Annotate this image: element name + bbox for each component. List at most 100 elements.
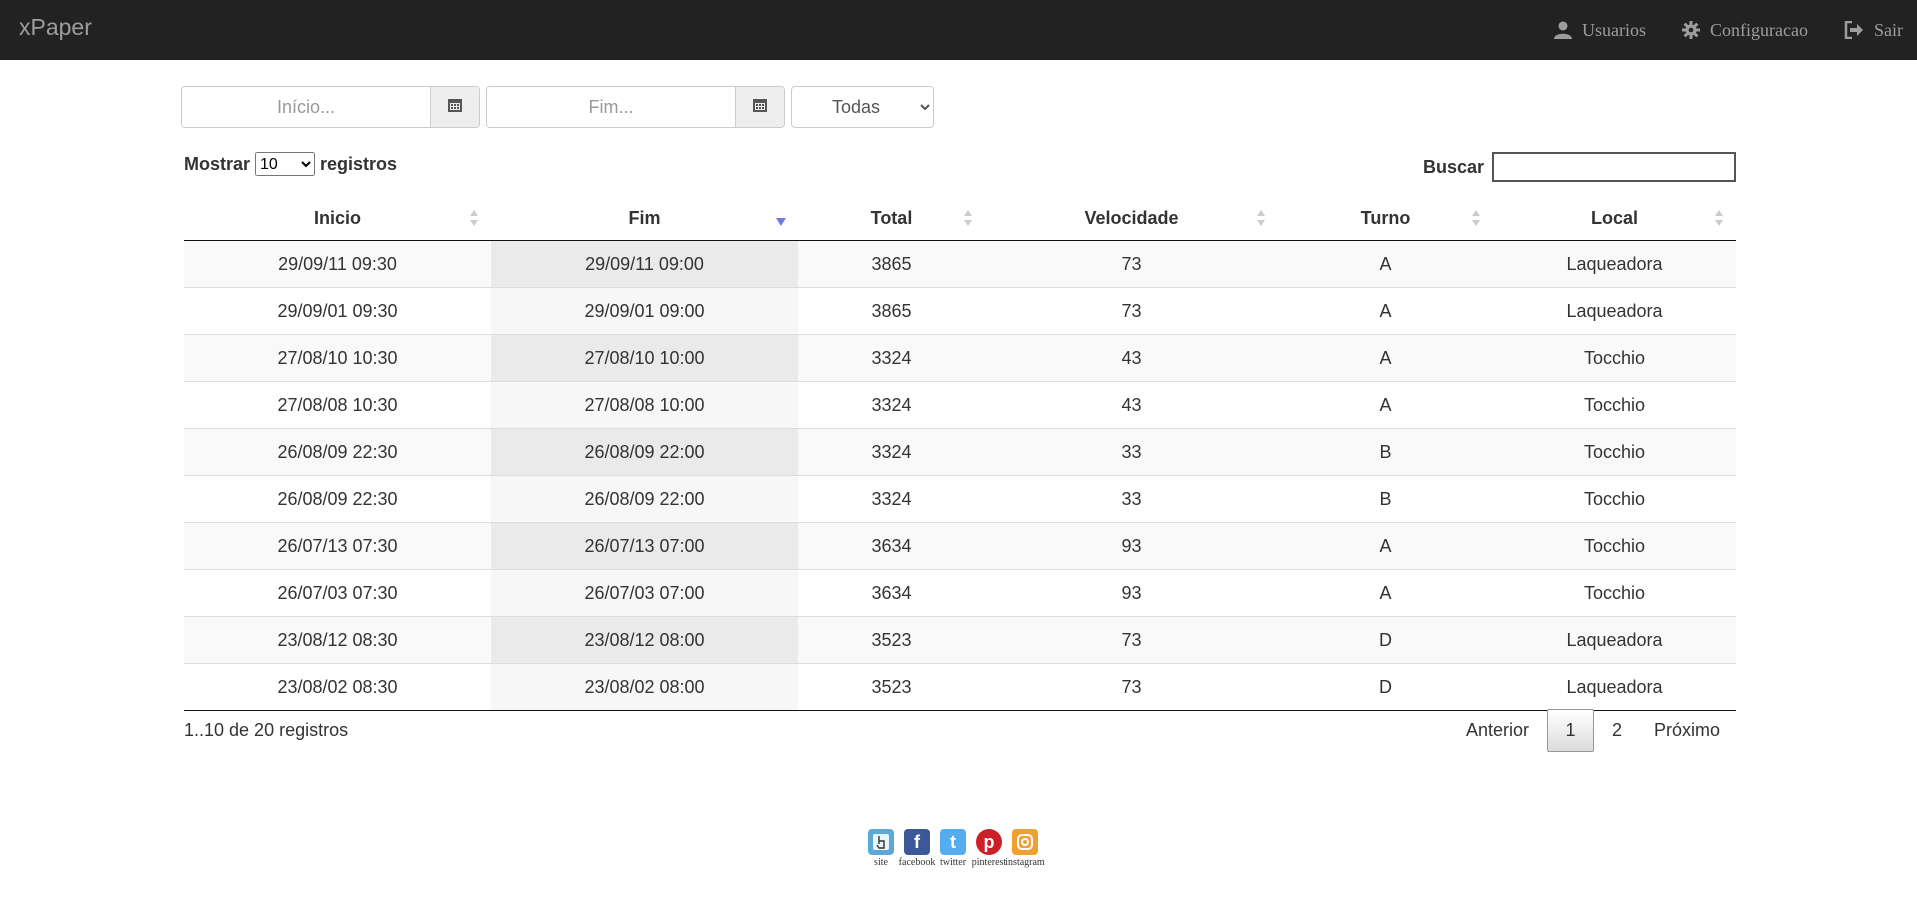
sort-descending-icon <box>776 208 786 228</box>
cell-turno: B <box>1278 428 1493 476</box>
cell-fim: 29/09/11 09:00 <box>491 240 798 288</box>
cell-total: 3324 <box>798 381 985 429</box>
header-velocidade[interactable]: Velocidade <box>985 196 1278 241</box>
top-navbar: xPaper Usuarios Configuracao Sair <box>0 0 1917 60</box>
pinterest-icon: p <box>976 829 1002 855</box>
nav-config-link[interactable]: Configuracao <box>1682 20 1808 41</box>
cell-total: 3324 <box>798 428 985 476</box>
page-2-button[interactable]: 2 <box>1596 710 1638 751</box>
cell-velocidade: 73 <box>985 616 1278 664</box>
cell-inicio: 26/08/09 22:30 <box>184 428 491 476</box>
cell-fim: 27/08/10 10:00 <box>491 334 798 382</box>
header-total[interactable]: Total <box>798 196 985 241</box>
cell-inicio: 26/07/03 07:30 <box>184 569 491 617</box>
table-row[interactable]: 26/07/13 07:30 26/07/13 07:00 3634 93 A … <box>184 522 1736 570</box>
header-label: Fim <box>628 207 661 228</box>
cell-local: Laqueadora <box>1493 287 1736 335</box>
cell-total: 3324 <box>798 334 985 382</box>
header-local[interactable]: Local <box>1493 196 1736 241</box>
cell-fim: 26/07/13 07:00 <box>491 522 798 570</box>
sort-both-icon <box>1256 208 1266 228</box>
start-calendar-button[interactable] <box>430 87 479 127</box>
social-instagram-link[interactable]: instagram <box>1005 829 1045 868</box>
table-row[interactable]: 23/08/12 08:30 23/08/12 08:00 3523 73 D … <box>184 616 1736 664</box>
header-label: Inicio <box>313 207 361 228</box>
nav-logout-label: Sair <box>1874 19 1903 40</box>
table-row[interactable]: 26/07/03 07:30 26/07/03 07:00 3634 93 A … <box>184 569 1736 617</box>
cell-inicio: 29/09/01 09:30 <box>184 287 491 335</box>
header-label: Velocidade <box>1084 207 1179 228</box>
start-date-input[interactable] <box>182 87 430 127</box>
sort-both-icon <box>1471 208 1481 228</box>
cell-turno: A <box>1278 569 1493 617</box>
cell-local: Tocchio <box>1493 522 1736 570</box>
cell-fim: 23/08/02 08:00 <box>491 663 798 711</box>
cell-fim: 23/08/12 08:00 <box>491 616 798 664</box>
cell-turno: B <box>1278 475 1493 523</box>
cell-total: 3634 <box>798 522 985 570</box>
page-length-select[interactable]: 10 <box>255 152 316 176</box>
cell-total: 3865 <box>798 287 985 335</box>
cell-velocidade: 33 <box>985 428 1278 476</box>
next-page-button[interactable]: Próximo <box>1638 710 1736 751</box>
cell-local: Tocchio <box>1493 475 1736 523</box>
end-date-group <box>486 86 785 128</box>
cell-fim: 27/08/08 10:00 <box>491 381 798 429</box>
end-calendar-button[interactable] <box>735 87 784 127</box>
header-label: Turno <box>1360 207 1411 228</box>
cell-velocidade: 43 <box>985 381 1278 429</box>
cell-inicio: 26/08/09 22:30 <box>184 475 491 523</box>
table-header-row: Inicio Fim Total Velocidade Turno Local <box>184 196 1736 241</box>
page-1-button[interactable]: 1 <box>1546 709 1594 752</box>
cell-local: Laqueadora <box>1493 240 1736 288</box>
cell-inicio: 27/08/08 10:30 <box>184 381 491 429</box>
cell-velocidade: 73 <box>985 287 1278 335</box>
sort-both-icon <box>1714 208 1724 228</box>
table-row[interactable]: 26/08/09 22:30 26/08/09 22:00 3324 33 B … <box>184 475 1736 523</box>
cell-inicio: 27/08/10 10:30 <box>184 334 491 382</box>
social-pinterest-link[interactable]: p pinterest <box>972 829 1006 868</box>
cell-fim: 26/08/09 22:00 <box>491 428 798 476</box>
header-label: Total <box>870 207 913 228</box>
previous-page-button[interactable]: Anterior <box>1450 710 1545 751</box>
cell-total: 3523 <box>798 616 985 664</box>
cell-velocidade: 33 <box>985 475 1278 523</box>
social-site-link[interactable]: site <box>866 829 896 868</box>
table-row[interactable]: 27/08/10 10:30 27/08/10 10:00 3324 43 A … <box>184 334 1736 382</box>
social-label: instagram <box>1005 857 1045 868</box>
cell-total: 3865 <box>798 240 985 288</box>
hand-pointer-icon <box>868 829 894 855</box>
search-input[interactable] <box>1492 152 1736 182</box>
nav-right: Usuarios Configuracao Sair <box>1554 0 1917 60</box>
cell-local: Laqueadora <box>1493 616 1736 664</box>
brand-logo[interactable]: xPaper <box>19 14 92 41</box>
search-control: Buscar <box>1423 152 1736 182</box>
social-label: site <box>874 857 888 868</box>
cell-turno: A <box>1278 240 1493 288</box>
table-row[interactable]: 27/08/08 10:30 27/08/08 10:00 3324 43 A … <box>184 381 1736 429</box>
show-label: Mostrar <box>184 153 251 174</box>
cell-total: 3634 <box>798 569 985 617</box>
cell-velocidade: 73 <box>985 240 1278 288</box>
nav-users-link[interactable]: Usuarios <box>1554 20 1646 41</box>
table-row[interactable]: 26/08/09 22:30 26/08/09 22:00 3324 33 B … <box>184 428 1736 476</box>
table-row[interactable]: 29/09/11 09:30 29/09/11 09:00 3865 73 A … <box>184 240 1736 288</box>
end-date-input[interactable] <box>487 87 735 127</box>
header-turno[interactable]: Turno <box>1278 196 1493 241</box>
header-inicio[interactable]: Inicio <box>184 196 491 241</box>
social-facebook-link[interactable]: f facebook <box>899 829 935 868</box>
sort-both-icon <box>963 208 973 228</box>
scope-select[interactable]: Todas <box>791 86 934 128</box>
social-links: site f facebook t twitter p pinterest in… <box>866 829 1045 868</box>
table-row[interactable]: 29/09/01 09:30 29/09/01 09:00 3865 73 A … <box>184 287 1736 335</box>
cell-fim: 26/07/03 07:00 <box>491 569 798 617</box>
cell-fim: 26/08/09 22:00 <box>491 475 798 523</box>
cell-local: Tocchio <box>1493 381 1736 429</box>
table-row[interactable]: 23/08/02 08:30 23/08/02 08:00 3523 73 D … <box>184 663 1736 711</box>
nav-config-label: Configuracao <box>1710 19 1808 40</box>
calendar-icon <box>752 97 768 118</box>
table-info: 1..10 de 20 registros <box>184 720 349 740</box>
header-fim[interactable]: Fim <box>491 196 798 241</box>
social-twitter-link[interactable]: t twitter <box>938 829 968 868</box>
nav-logout-link[interactable]: Sair <box>1844 20 1903 41</box>
